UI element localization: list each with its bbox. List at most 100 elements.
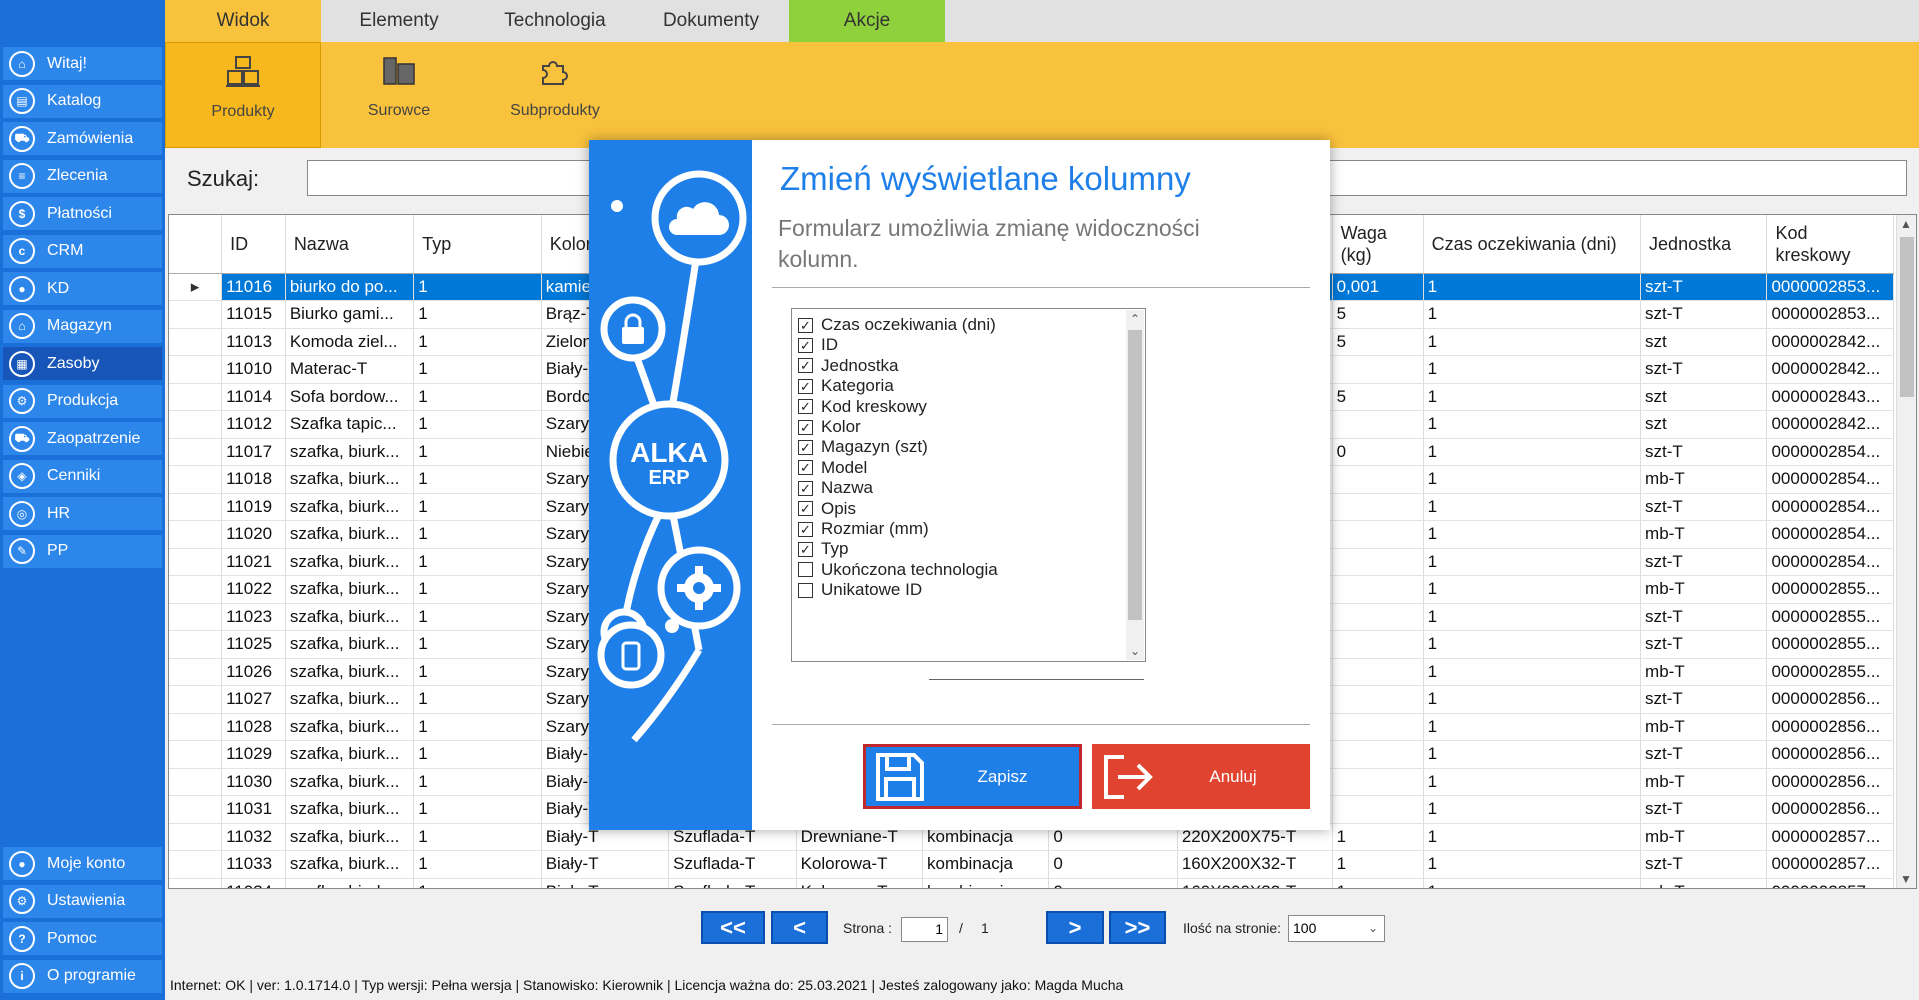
- checklist-scrollbar[interactable]: ⌃ ⌄: [1126, 310, 1144, 660]
- checkbox[interactable]: ✓: [798, 337, 813, 353]
- scroll-up-icon[interactable]: ⌃: [1130, 312, 1140, 326]
- sidebar-item-o-programie[interactable]: i O programie: [3, 959, 162, 993]
- table-cell: 11025: [221, 630, 286, 659]
- first-page-button[interactable]: <<: [701, 911, 765, 944]
- checkbox[interactable]: ✓: [798, 480, 813, 496]
- column-header[interactable]: Nazwa: [285, 215, 415, 274]
- scroll-thumb[interactable]: [1900, 237, 1914, 397]
- row-selector[interactable]: [169, 685, 223, 714]
- sidebar-item-ustawienia[interactable]: ⚙ Ustawienia: [3, 884, 162, 918]
- row-selector[interactable]: [169, 603, 223, 631]
- sidebar-item-katalog[interactable]: ▤ Katalog: [3, 84, 162, 118]
- column-header[interactable]: ID: [221, 215, 286, 274]
- tab-dokumenty[interactable]: Dokumenty: [633, 0, 789, 42]
- scroll-down-icon[interactable]: ⌄: [1130, 644, 1140, 658]
- table-cell: [1332, 548, 1424, 576]
- row-selector[interactable]: [169, 878, 223, 888]
- sidebar-item-pomoc[interactable]: ? Pomoc: [3, 922, 162, 955]
- sidebar-item-cenniki[interactable]: ◈ Cenniki: [3, 459, 162, 493]
- tab-akcje[interactable]: Akcje: [789, 0, 945, 42]
- row-selector[interactable]: [169, 740, 223, 769]
- checkbox[interactable]: ✓: [798, 460, 813, 476]
- checkbox[interactable]: [798, 562, 813, 578]
- subprodukty-button[interactable]: Subprodukty: [477, 42, 633, 148]
- logo-text-alka: ALKA: [630, 437, 708, 468]
- page-number-input[interactable]: 1: [901, 917, 948, 942]
- sidebar-item-zasoby[interactable]: ▦ Zasoby: [3, 347, 162, 380]
- sidebar-item-label: PP: [47, 542, 69, 559]
- column-header[interactable]: Czas oczekiwania (dni): [1423, 215, 1642, 274]
- row-selector[interactable]: [169, 548, 223, 576]
- row-selector[interactable]: [169, 493, 223, 521]
- tab-technologia[interactable]: Technologia: [477, 0, 633, 42]
- row-selector[interactable]: [169, 575, 223, 604]
- grid-vertical-scrollbar[interactable]: ▲ ▼: [1896, 215, 1916, 888]
- row-selector[interactable]: [169, 438, 223, 466]
- table-cell: 1: [413, 603, 542, 631]
- checkbox[interactable]: ✓: [798, 439, 813, 455]
- row-selector[interactable]: [169, 328, 223, 356]
- row-selector[interactable]: [169, 300, 223, 329]
- sidebar-item-hr[interactable]: ◎ HR: [3, 497, 162, 530]
- sidebar-item-płatności[interactable]: $ Płatności: [3, 197, 162, 230]
- tab-widok[interactable]: Widok: [165, 0, 321, 42]
- column-label: Typ: [821, 539, 849, 559]
- row-selector[interactable]: [169, 383, 223, 411]
- tab-elementy[interactable]: Elementy: [321, 0, 477, 42]
- column-header[interactable]: Jednostka: [1640, 215, 1768, 274]
- sidebar-item-witaj-[interactable]: ⌂ Witaj!: [3, 47, 162, 80]
- scroll-down-icon[interactable]: ▼: [1900, 872, 1912, 886]
- row-selector[interactable]: [169, 823, 223, 851]
- checkbox[interactable]: ✓: [798, 378, 813, 394]
- sidebar-item-pp[interactable]: ✎ PP: [3, 534, 162, 568]
- row-selector[interactable]: ▸: [169, 273, 223, 301]
- row-selector[interactable]: [169, 850, 223, 879]
- row-selector[interactable]: [169, 520, 223, 549]
- person-icon: ●: [9, 275, 35, 302]
- row-selector[interactable]: [169, 713, 223, 741]
- sidebar-item-crm[interactable]: c CRM: [3, 234, 162, 268]
- sidebar-item-zaopatrzenie[interactable]: ⛟ Zaopatrzenie: [3, 422, 162, 455]
- row-selector[interactable]: [169, 768, 223, 796]
- table-row[interactable]: 11034szafka, biurk...1Biały-TSzuflada-TK…: [169, 878, 1894, 888]
- page-label: Strona :: [843, 920, 893, 936]
- per-page-select[interactable]: 100 ⌄: [1288, 915, 1385, 942]
- table-cell: 0000002853...: [1766, 273, 1894, 301]
- table-row[interactable]: 11033 szafka, biurk... 1 Biały-T Szuflada-T K…: [169, 850, 1894, 879]
- row-selector[interactable]: [169, 630, 223, 659]
- row-selector[interactable]: [169, 355, 223, 384]
- checkbox[interactable]: ✓: [798, 501, 813, 517]
- sidebar-item-kd[interactable]: ● KD: [3, 272, 162, 305]
- next-page-button[interactable]: >: [1046, 911, 1104, 944]
- sidebar-item-produkcja[interactable]: ⚙ Produkcja: [3, 384, 162, 418]
- checkbox[interactable]: ✓: [798, 541, 813, 557]
- sidebar-item-magazyn[interactable]: ⌂ Magazyn: [3, 309, 162, 343]
- column-header[interactable]: Kod kreskowy: [1766, 215, 1894, 274]
- cancel-button[interactable]: Anuluj: [1092, 744, 1310, 809]
- checkbox[interactable]: ✓: [798, 358, 813, 374]
- checkbox[interactable]: ✓: [798, 317, 813, 333]
- sidebar-item-zlecenia[interactable]: ≡ Zlecenia: [3, 159, 162, 193]
- checklist-scroll-thumb[interactable]: [1128, 330, 1142, 620]
- surowce-button[interactable]: Surowce: [321, 42, 477, 148]
- checkbox[interactable]: [798, 582, 813, 598]
- checkbox[interactable]: ✓: [798, 399, 813, 415]
- checkbox[interactable]: ✓: [798, 521, 813, 537]
- produkty-button[interactable]: Produkty: [165, 42, 321, 148]
- sidebar-item-zamówienia[interactable]: ⛟ Zamówienia: [3, 122, 162, 155]
- row-selector[interactable]: [169, 658, 223, 686]
- scroll-up-icon[interactable]: ▲: [1900, 217, 1912, 231]
- table-cell: 1: [413, 273, 542, 301]
- row-selector[interactable]: [169, 465, 223, 494]
- column-checkbox-item[interactable]: Unikatowe ID: [798, 578, 922, 602]
- checkbox[interactable]: ✓: [798, 419, 813, 435]
- last-page-button[interactable]: >>: [1109, 911, 1166, 944]
- table-cell: [1332, 630, 1424, 659]
- sidebar-item-moje-konto[interactable]: ● Moje konto: [3, 847, 162, 880]
- prev-page-button[interactable]: <: [771, 911, 828, 944]
- row-selector[interactable]: [169, 410, 223, 439]
- column-header[interactable]: Typ: [413, 215, 542, 274]
- column-header[interactable]: Waga (kg): [1332, 215, 1424, 274]
- save-button[interactable]: Zapisz: [863, 744, 1082, 809]
- row-selector[interactable]: [169, 795, 223, 824]
